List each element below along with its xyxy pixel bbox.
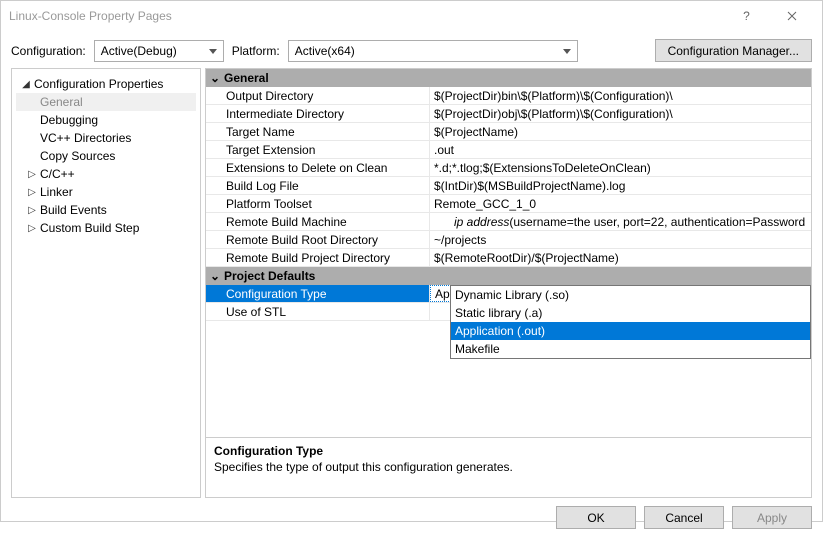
description-body: Specifies the type of output this config… (214, 460, 803, 474)
expand-icon[interactable]: ▷ (26, 169, 38, 180)
tree-item[interactable]: General (16, 93, 196, 111)
property-row[interactable]: Remote Build Root Directory~/projects (206, 231, 811, 249)
property-name: Output Directory (206, 87, 430, 104)
property-row[interactable]: Output Directory$(ProjectDir)bin\$(Platf… (206, 87, 811, 105)
tree-item[interactable]: Debugging (16, 111, 196, 129)
property-name: Remote Build Root Directory (206, 231, 430, 248)
property-name: Remote Build Project Directory (206, 249, 430, 266)
expand-icon[interactable]: ▷ (26, 205, 38, 216)
section-project-defaults[interactable]: ⌄ Project Defaults (206, 267, 811, 285)
collapse-icon[interactable]: ◢ (20, 79, 32, 90)
dropdown-option[interactable]: Dynamic Library (.so) (451, 286, 810, 304)
tree-item-label: VC++ Directories (38, 131, 131, 145)
dropdown-option[interactable]: Application (.out) (451, 322, 810, 340)
tree-item-label: Custom Build Step (38, 221, 139, 235)
dropdown-option[interactable]: Makefile (451, 340, 810, 358)
section-general[interactable]: ⌄ General (206, 69, 811, 87)
expand-icon[interactable]: ▷ (26, 223, 38, 234)
property-panel: ⌄ General Output Directory$(ProjectDir)b… (205, 68, 812, 498)
tree-item-label: Copy Sources (38, 149, 115, 163)
tree-item[interactable]: ▷Build Events (16, 201, 196, 219)
collapse-icon[interactable]: ⌄ (210, 269, 224, 283)
platform-combobox[interactable]: Active(x64) (288, 40, 578, 62)
property-row[interactable]: Build Log File$(IntDir)$(MSBuildProjectN… (206, 177, 811, 195)
property-name: Remote Build Machine (206, 213, 430, 230)
property-row[interactable]: Intermediate Directory$(ProjectDir)obj\$… (206, 105, 811, 123)
property-value[interactable]: ~/projects (430, 231, 811, 248)
configuration-label: Configuration: (11, 44, 86, 58)
dropdown-option[interactable]: Static library (.a) (451, 304, 810, 322)
property-name: Target Name (206, 123, 430, 140)
property-row[interactable]: Extensions to Delete on Clean*.d;*.tlog;… (206, 159, 811, 177)
property-row[interactable]: Platform ToolsetRemote_GCC_1_0 (206, 195, 811, 213)
property-value[interactable]: ip address (username=the user, port=22, … (430, 213, 811, 230)
configuration-combobox[interactable]: Active(Debug) (94, 40, 224, 62)
tree-item[interactable]: ▷Linker (16, 183, 196, 201)
titlebar: Linux-Console Property Pages ? (1, 1, 822, 31)
cancel-button[interactable]: Cancel (644, 506, 724, 529)
close-button[interactable] (769, 1, 814, 31)
property-row[interactable]: Target Name$(ProjectName) (206, 123, 811, 141)
tree-item-label: C/C++ (38, 167, 75, 181)
description-title: Configuration Type (214, 444, 803, 458)
tree-item-label: Build Events (38, 203, 107, 217)
tree-root[interactable]: ◢ Configuration Properties (16, 75, 196, 93)
tree-item[interactable]: ▷C/C++ (16, 165, 196, 183)
dialog-footer: OK Cancel Apply (1, 498, 822, 537)
platform-label: Platform: (232, 44, 280, 58)
nav-tree[interactable]: ◢ Configuration Properties General Debugg… (11, 68, 201, 498)
tree-item[interactable]: VC++ Directories (16, 129, 196, 147)
property-value[interactable]: $(ProjectDir)obj\$(Platform)\$(Configura… (430, 105, 811, 122)
config-toolbar: Configuration: Active(Debug) Platform: A… (1, 31, 822, 68)
property-name: Intermediate Directory (206, 105, 430, 122)
configuration-manager-button[interactable]: Configuration Manager... (655, 39, 812, 62)
property-value[interactable]: Remote_GCC_1_0 (430, 195, 811, 212)
property-value[interactable]: $(RemoteRootDir)/$(ProjectName) (430, 249, 811, 266)
window-title: Linux-Console Property Pages (9, 9, 724, 23)
property-name: Use of STL (206, 303, 430, 320)
property-name: Platform Toolset (206, 195, 430, 212)
ok-button[interactable]: OK (556, 506, 636, 529)
property-grid[interactable]: ⌄ General Output Directory$(ProjectDir)b… (206, 69, 811, 437)
property-name: Extensions to Delete on Clean (206, 159, 430, 176)
tree-item-label: Debugging (38, 113, 98, 127)
property-row[interactable]: Remote Build Machine ip address (usernam… (206, 213, 811, 231)
property-name: Target Extension (206, 141, 430, 158)
tree-item-label: General (38, 95, 83, 109)
property-row[interactable]: Remote Build Project Directory$(RemoteRo… (206, 249, 811, 267)
collapse-icon[interactable]: ⌄ (210, 71, 224, 85)
property-name: Build Log File (206, 177, 430, 194)
property-value[interactable]: *.d;*.tlog;$(ExtensionsToDeleteOnClean) (430, 159, 811, 176)
tree-item[interactable]: ▷Custom Build Step (16, 219, 196, 237)
tree-item-label: Linker (38, 185, 73, 199)
apply-button[interactable]: Apply (732, 506, 812, 529)
property-name: Configuration Type (206, 285, 430, 302)
close-icon (787, 11, 797, 21)
property-value[interactable]: $(ProjectDir)bin\$(Platform)\$(Configura… (430, 87, 811, 104)
description-pane: Configuration Type Specifies the type of… (206, 437, 811, 497)
expand-icon[interactable]: ▷ (26, 187, 38, 198)
tree-item[interactable]: Copy Sources (16, 147, 196, 165)
help-button[interactable]: ? (724, 1, 769, 31)
property-row[interactable]: Target Extension.out (206, 141, 811, 159)
property-value[interactable]: $(IntDir)$(MSBuildProjectName).log (430, 177, 811, 194)
property-value[interactable]: $(ProjectName) (430, 123, 811, 140)
config-type-dropdown[interactable]: Dynamic Library (.so)Static library (.a)… (450, 285, 811, 359)
property-value[interactable]: .out (430, 141, 811, 158)
